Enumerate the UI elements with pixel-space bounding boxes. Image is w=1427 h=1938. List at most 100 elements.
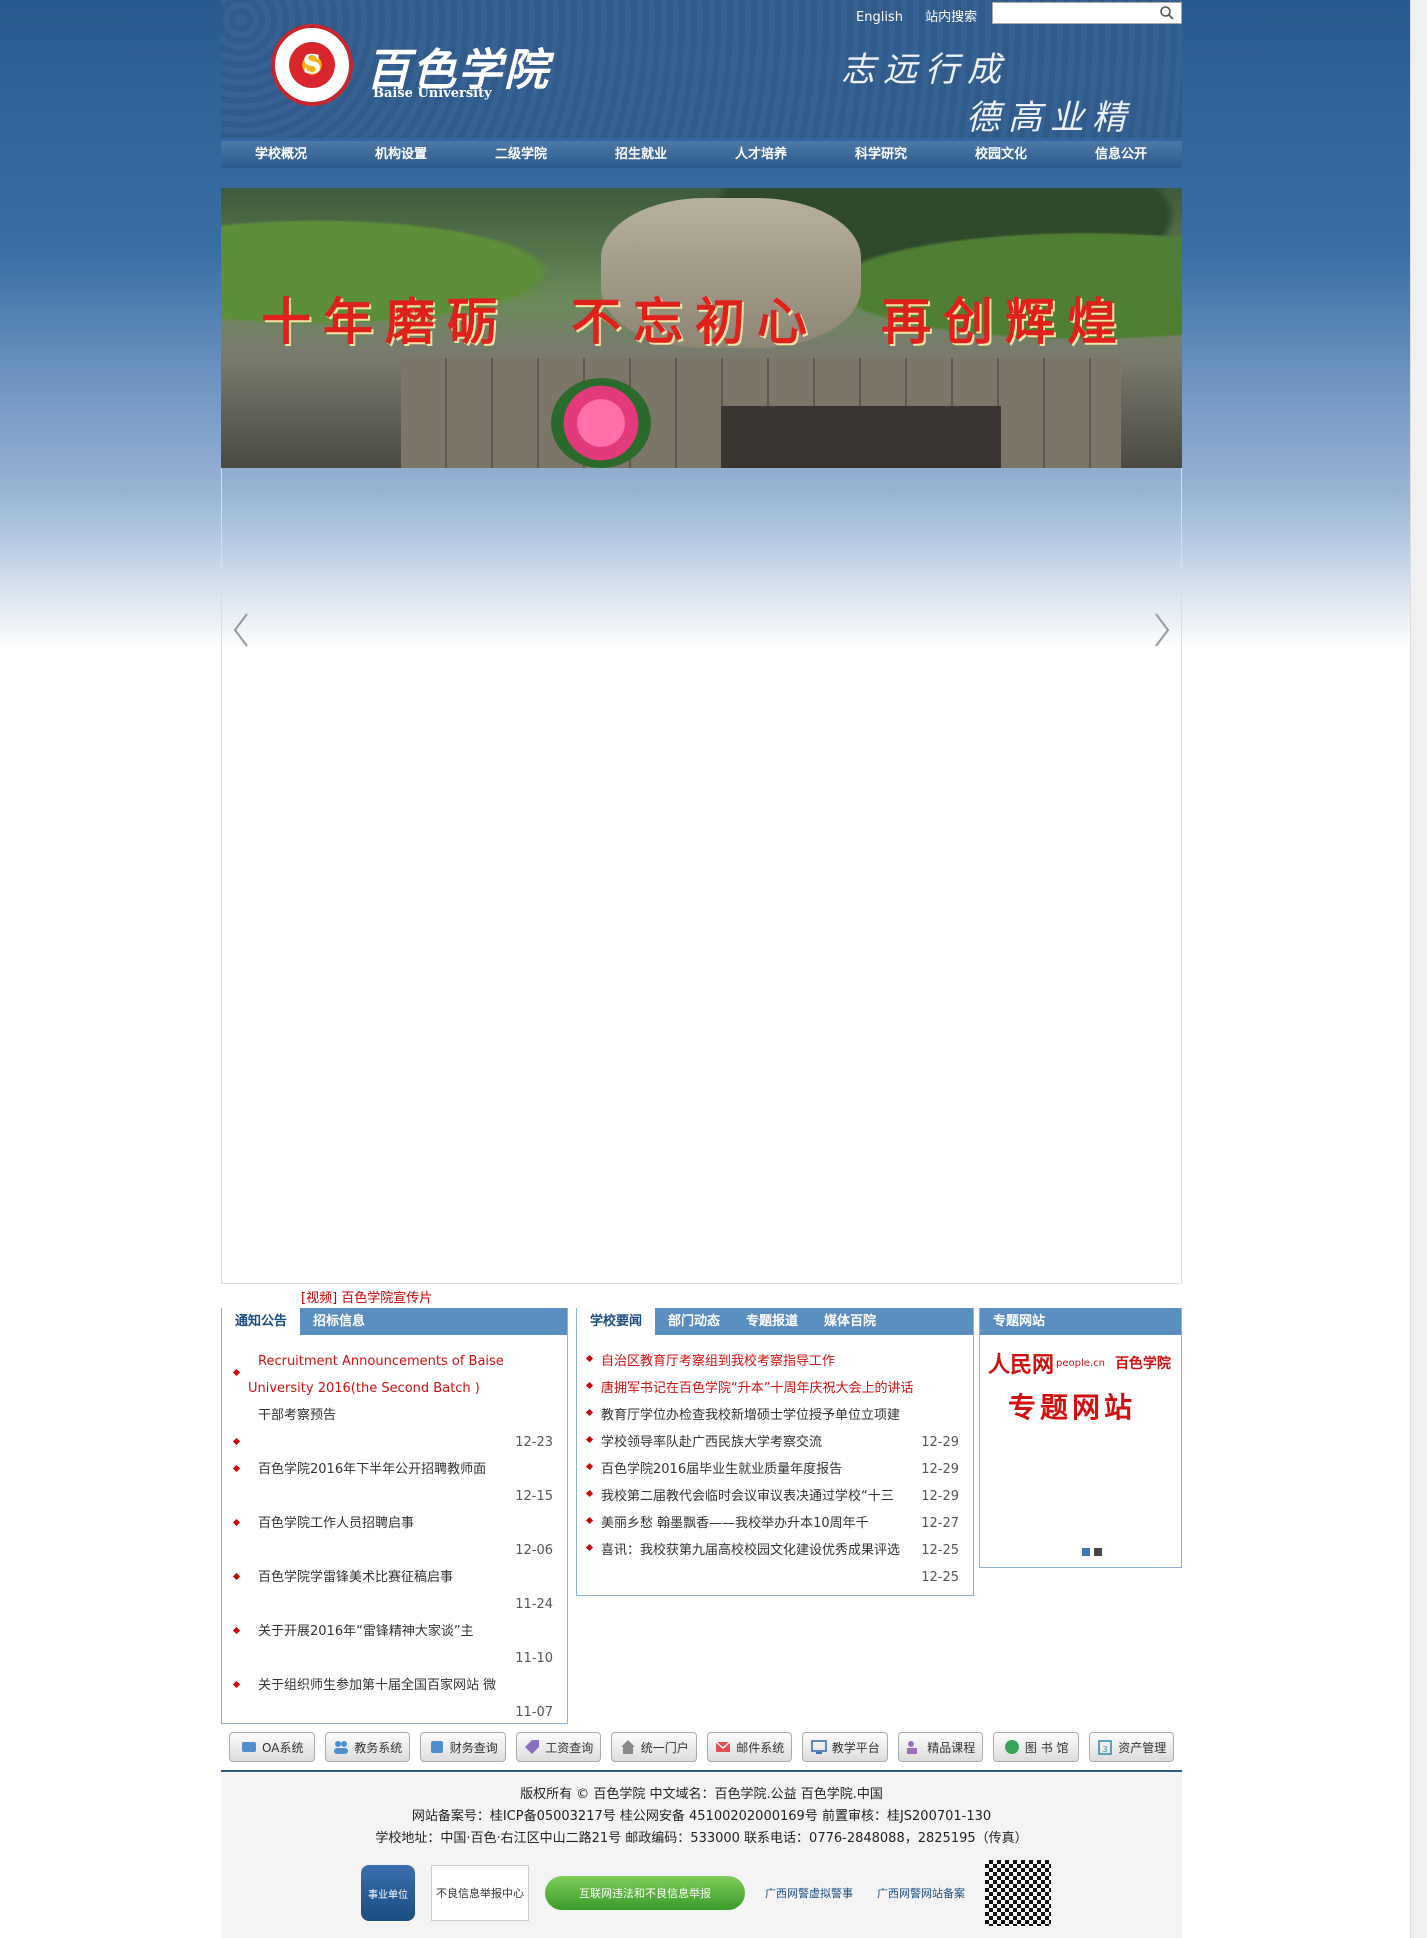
news-title[interactable]: 自治区教育厅考察组到我校考察指导工作: [601, 1354, 835, 1369]
police-virtual-label: 广西网警虚拟警事: [765, 1887, 853, 1900]
news-title[interactable]: 百色学院2016届毕业生就业质量年度报告: [601, 1462, 842, 1477]
pager-dot-active[interactable]: [1082, 1548, 1090, 1556]
finance-query-button[interactable]: 财务查询: [420, 1732, 506, 1762]
police-virtual-logo[interactable]: 广西网警虚拟警事: [761, 1865, 857, 1921]
list-item[interactable]: 喜讯：我校获第九届高校校园文化建设优秀成果评选 12-25: [577, 1537, 973, 1564]
nav-item-organization[interactable]: 机构设置: [341, 141, 461, 168]
home-icon: [620, 1740, 635, 1754]
nav-item-culture[interactable]: 校园文化: [941, 141, 1061, 168]
tab-special-sites[interactable]: 专题网站: [980, 1308, 1058, 1335]
footer-icp[interactable]: 网站备案号：桂ICP备05003217号 桂公网安备 4510020200016…: [221, 1806, 1182, 1828]
banner-slogan: 十年磨砺 不忘初心 再创辉煌: [261, 292, 1129, 351]
notice-title[interactable]: 百色学院2016年下半年公开招聘教师面: [258, 1456, 486, 1483]
news-title[interactable]: 教育厅学位办检查我校新增硕士学位授予单位立项建: [601, 1408, 900, 1423]
notice-title[interactable]: 关于组织师生参加第十届全国百家网站 微: [258, 1672, 496, 1699]
notice-title[interactable]: 百色学院学雷锋美术比赛征稿启事: [258, 1564, 453, 1591]
notice-date: 11-10: [515, 1651, 553, 1666]
nav-item-disclosure[interactable]: 信息公开: [1061, 141, 1181, 168]
notice-date: 12-15: [515, 1489, 553, 1504]
mail-icon: [715, 1741, 731, 1752]
bullet-icon: [585, 1408, 594, 1417]
pager-dot[interactable]: [1094, 1548, 1102, 1556]
special-panel: 专题网站 人民网 people.cn 百色学院 专题网站: [979, 1308, 1182, 1568]
notice-title[interactable]: Recruitment Announcements of Baise Unive…: [222, 1348, 567, 1402]
motto-line-2: 德高业精: [966, 98, 1134, 138]
school-emblem[interactable]: S: [271, 24, 353, 106]
globe-icon: [1004, 1740, 1019, 1754]
list-item[interactable]: 百色学院工作人员招聘启事 12-06: [222, 1510, 567, 1564]
news-title[interactable]: 我校第二届教代会临时会议审议表决通过学校“十三: [601, 1489, 894, 1504]
academic-system-button[interactable]: 教务系统: [324, 1732, 410, 1762]
salary-query-button[interactable]: 工资查询: [515, 1732, 601, 1762]
list-item[interactable]: 我校第二届教代会临时会议审议表决通过学校“十三 12-29: [577, 1483, 973, 1510]
nav-item-research[interactable]: 科学研究: [821, 141, 941, 168]
search-box: [992, 2, 1182, 24]
search-icon[interactable]: [1159, 5, 1175, 21]
slider-next-arrow-icon[interactable]: [1150, 608, 1174, 652]
list-item[interactable]: 美丽乡愁 翰墨飘香——我校举办升本10周年千 12-27: [577, 1510, 973, 1537]
slider-prev-arrow-icon[interactable]: [229, 608, 253, 652]
hero-banner[interactable]: 十年磨砺 不忘初心 再创辉煌: [221, 188, 1182, 468]
people-cn-banner[interactable]: 人民网 people.cn 百色学院: [988, 1343, 1184, 1383]
list-item[interactable]: 干部考察预告 12-23: [222, 1402, 567, 1456]
tab-media[interactable]: 媒体百院: [811, 1308, 889, 1335]
news-title[interactable]: 唐拥军书记在百色学院“升本”十周年庆祝大会上的讲话: [601, 1381, 913, 1396]
video-caption[interactable]: [视频] 百色学院宣传片: [301, 1287, 432, 1306]
academic-label: 教务系统: [354, 1740, 403, 1755]
quality-course-button[interactable]: 精品课程: [897, 1732, 983, 1762]
bullet-icon: [232, 1680, 241, 1689]
mail-system-button[interactable]: 邮件系统: [706, 1732, 792, 1762]
police-record-logo[interactable]: 广西网警网站备案: [873, 1865, 969, 1921]
news-title[interactable]: 学校领导率队赴广西民族大学考察交流: [601, 1435, 822, 1450]
list-item[interactable]: 教育厅学位办检查我校新增硕士学位授予单位立项建: [577, 1402, 973, 1429]
report-center-logo[interactable]: 不良信息举报中心: [431, 1865, 529, 1921]
site-header: S 百色学院 Baise University 志远行成 德高业精 Englis…: [221, 0, 1182, 138]
teaching-platform-button[interactable]: 教学平台: [802, 1732, 888, 1762]
nav-item-colleges[interactable]: 二级学院: [461, 141, 581, 168]
video-title[interactable]: 百色学院宣传片: [341, 1291, 432, 1306]
notice-title[interactable]: 关于开展2016年“雷锋精神大家谈”主: [258, 1618, 474, 1645]
tab-special-reports[interactable]: 专题报道: [733, 1308, 811, 1335]
search-input[interactable]: [993, 3, 1153, 23]
footer-logos: 事业单位 不良信息举报中心 互联网违法和不良信息举报 广西网警虚拟警事 广西网警…: [361, 1860, 1051, 1926]
illegal-info-report-logo[interactable]: 互联网违法和不良信息举报: [545, 1876, 745, 1910]
portal-button[interactable]: 统一门户: [611, 1732, 697, 1762]
library-button[interactable]: 图 书 馆: [993, 1732, 1079, 1762]
window-scrollbar[interactable]: [1410, 0, 1427, 1938]
tab-school-news[interactable]: 学校要闻: [577, 1308, 656, 1335]
list-item[interactable]: 百色学院2016届毕业生就业质量年度报告 12-29: [577, 1456, 973, 1483]
list-item[interactable]: 学校领导率队赴广西民族大学考察交流 12-29: [577, 1429, 973, 1456]
public-institution-badge[interactable]: 事业单位: [361, 1865, 415, 1921]
news-title[interactable]: 美丽乡愁 翰墨飘香——我校举办升本10周年千: [601, 1516, 869, 1531]
list-item[interactable]: 关于组织师生参加第十届全国百家网站 微 11-07: [222, 1672, 567, 1726]
notice-date: 11-24: [515, 1597, 553, 1612]
qr-code: [985, 1860, 1051, 1926]
notice-title[interactable]: 干部考察预告: [258, 1402, 336, 1429]
bullet-icon: [232, 1437, 241, 1446]
notice-date: 11-07: [515, 1705, 553, 1720]
news-date: 12-29: [921, 1462, 959, 1477]
site-footer: 版权所有 © 百色学院 中文域名：百色学院.公益 百色学院.中国 网站备案号：桂…: [221, 1770, 1182, 1938]
tab-bidding[interactable]: 招标信息: [300, 1308, 378, 1335]
nav-item-education[interactable]: 人才培养: [701, 141, 821, 168]
nav-item-admissions[interactable]: 招生就业: [581, 141, 701, 168]
asset-management-button[interactable]: 3 资产管理: [1088, 1732, 1174, 1762]
news-title[interactable]: 喜讯：我校获第九届高校校园文化建设优秀成果评选: [601, 1543, 900, 1558]
list-item[interactable]: 百色学院2016年下半年公开招聘教师面 12-15: [222, 1456, 567, 1510]
list-item[interactable]: 百色学院学雷锋美术比赛征稿启事 11-24: [222, 1564, 567, 1618]
list-item[interactable]: 唐拥军书记在百色学院“升本”十周年庆祝大会上的讲话: [577, 1375, 973, 1402]
news-panel: 学校要闻 部门动态 专题报道 媒体百院 自治区教育厅考察组到我校考察指导工作 唐…: [576, 1308, 974, 1596]
video-slider-area[interactable]: [221, 468, 1182, 1284]
emblem-core: S: [289, 42, 335, 88]
list-item[interactable]: 关于开展2016年“雷锋精神大家谈”主 11-10: [222, 1618, 567, 1672]
list-item[interactable]: 自治区教育厅考察组到我校考察指导工作: [577, 1348, 973, 1375]
list-item[interactable]: Recruitment Announcements of Baise Unive…: [222, 1348, 567, 1402]
site-search-label[interactable]: 站内搜索: [925, 10, 977, 25]
special-site-title[interactable]: 专题网站: [1008, 1386, 1136, 1426]
nav-item-overview[interactable]: 学校概况: [221, 141, 341, 168]
tab-notices[interactable]: 通知公告: [222, 1308, 301, 1335]
oa-system-button[interactable]: OA系统: [229, 1732, 315, 1762]
notice-title[interactable]: 百色学院工作人员招聘启事: [258, 1510, 414, 1537]
english-link[interactable]: English: [856, 10, 903, 25]
tab-department-news[interactable]: 部门动态: [655, 1308, 733, 1335]
